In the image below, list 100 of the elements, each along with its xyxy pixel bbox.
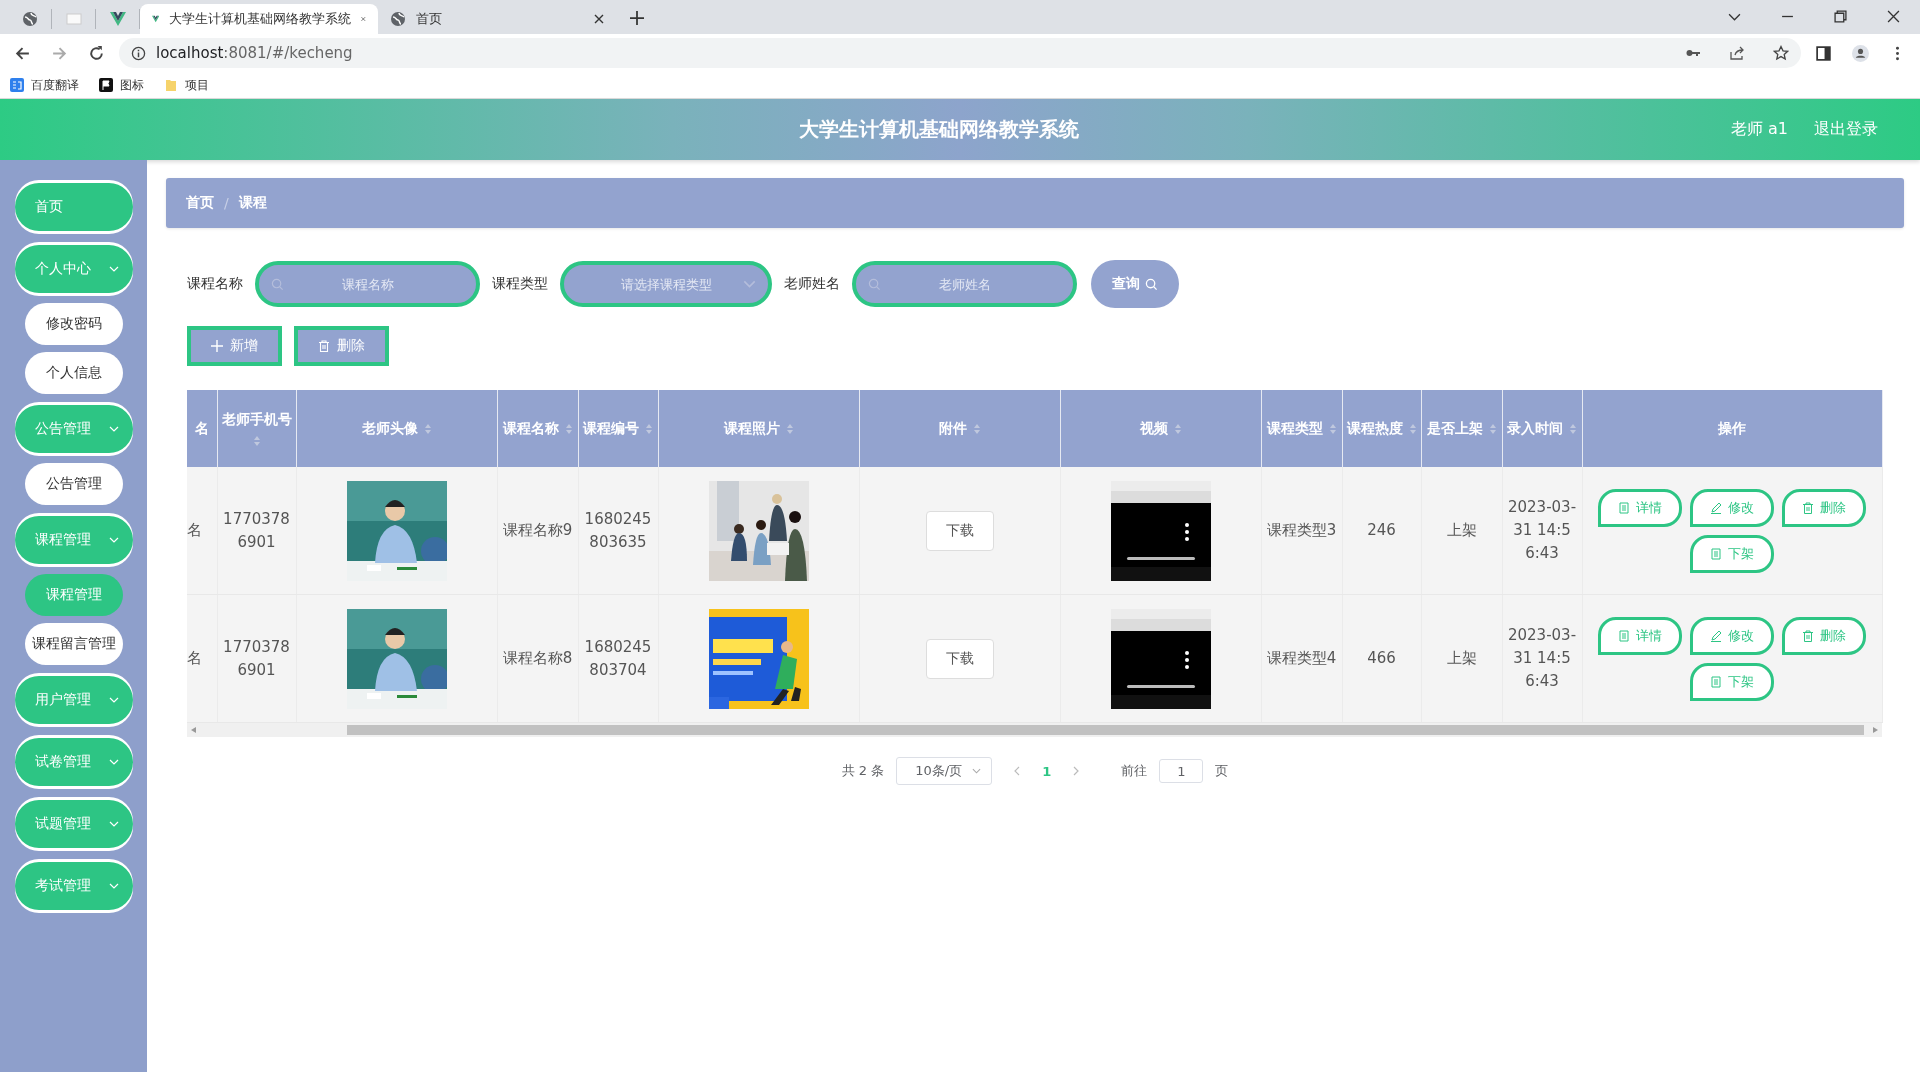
breadcrumb-separator: / [224, 195, 229, 211]
column-header[interactable]: 视频 [1139, 419, 1168, 438]
table-cell: 246 [1367, 521, 1396, 539]
detail-button[interactable]: 详情 [1598, 616, 1682, 655]
scrollbar[interactable] [187, 723, 1882, 737]
column-header[interactable]: 是否上架 [1426, 419, 1483, 438]
menu-item[interactable]: 考试管理 [14, 862, 133, 910]
previous-page-icon[interactable] [1014, 766, 1021, 776]
menu-item[interactable]: 首页 [14, 183, 133, 231]
side-panel-icon[interactable] [1815, 44, 1832, 62]
restore-icon[interactable] [1834, 10, 1847, 23]
download-button[interactable]: 下载 [925, 638, 994, 679]
column-header[interactable]: 课程照片 [723, 419, 780, 438]
menu-item[interactable]: 公告管理 [14, 405, 133, 453]
unlist-button[interactable]: 下架 [1690, 534, 1774, 573]
bookmark[interactable]: 百度翻译 [10, 76, 79, 94]
sort-icon[interactable] [564, 422, 573, 435]
table-cell-text: 课程类型3 [1266, 520, 1337, 541]
address-bar[interactable]: localhost:8081/#/kecheng [119, 38, 1801, 68]
query-button[interactable]: 查询 [1091, 260, 1179, 308]
document-icon [1710, 547, 1722, 560]
column-header[interactable]: 课程类型 [1266, 419, 1323, 438]
edit-button[interactable]: 修改 [1690, 616, 1774, 655]
chevron-icon [108, 821, 119, 827]
delete-button[interactable]: 删除 [294, 326, 389, 366]
browser-tab[interactable]: 首页 [378, 4, 616, 34]
sort-icon[interactable] [1488, 422, 1497, 435]
detail-button[interactable]: 详情 [1598, 488, 1682, 527]
chevron-icon [108, 266, 119, 272]
sort-icon[interactable] [252, 434, 261, 447]
page-number[interactable]: 1 [1042, 763, 1052, 779]
table-cell: 466 [1367, 649, 1396, 667]
submenu-item[interactable]: 课程留言管理 [24, 623, 123, 665]
column-header[interactable]: 课程名称 [502, 419, 559, 438]
sort-icon[interactable] [1328, 422, 1337, 435]
share-icon[interactable] [1729, 45, 1745, 61]
sort-icon[interactable] [423, 422, 432, 435]
column-header[interactable]: 附件 [938, 419, 967, 438]
submenu-item[interactable]: 课程管理 [24, 574, 123, 616]
chevron-icon [108, 697, 119, 703]
bookmark[interactable]: 图标 [99, 76, 144, 94]
edit-button[interactable]: 修改 [1690, 488, 1774, 527]
sort-icon[interactable] [972, 422, 981, 435]
menu-item[interactable]: 个人中心 [14, 245, 133, 293]
submenu-item[interactable]: 公告管理 [24, 463, 123, 505]
globe-icon [390, 11, 406, 27]
browser-tab[interactable]: 大学生计算机基础网络教学系统 [140, 4, 378, 34]
document-icon [1618, 629, 1630, 642]
breadcrumb-link[interactable]: 首页 [186, 194, 214, 212]
sort-icon[interactable] [785, 422, 794, 435]
sort-icon[interactable] [1173, 422, 1182, 435]
column-header[interactable]: 老师头像 [361, 419, 418, 438]
breadcrumb-link[interactable]: 课程 [238, 194, 267, 212]
column-header[interactable]: 课程热度 [1346, 419, 1403, 438]
close-icon[interactable] [594, 14, 604, 24]
submenu-item[interactable]: 修改密码 [24, 303, 123, 345]
submenu-item[interactable]: 个人信息 [24, 352, 123, 394]
unlist-button[interactable]: 下架 [1690, 662, 1774, 701]
logout-link[interactable]: 退出登录 [1814, 119, 1878, 140]
search-field[interactable]: 课程名称 [255, 261, 480, 307]
arrow-right-icon[interactable] [1872, 727, 1878, 733]
page-input[interactable]: 1 [1159, 759, 1204, 783]
new-tab-icon[interactable] [630, 11, 644, 25]
menu-item[interactable]: 试卷管理 [14, 738, 133, 786]
chevron-icon [108, 537, 119, 543]
delete-button[interactable]: 删除 [1782, 488, 1866, 527]
menu-item[interactable]: 试题管理 [14, 800, 133, 848]
next-page-icon[interactable] [1073, 766, 1080, 776]
bookmark[interactable]: 项目 [164, 76, 209, 94]
select-field[interactable]: 请选择课程类型 [560, 261, 772, 307]
search-icon [1145, 277, 1158, 291]
search-field[interactable]: 老师姓名 [852, 261, 1077, 307]
profile-icon[interactable] [1852, 44, 1869, 62]
arrow-left-icon[interactable] [191, 727, 197, 733]
table-cell-text: 1680245803635 [583, 508, 653, 553]
sort-icon[interactable] [1408, 422, 1417, 435]
column-header[interactable]: 录入时间 [1507, 419, 1563, 438]
column-header[interactable]: 课程编号 [583, 419, 639, 438]
menu-item[interactable]: 课程管理 [14, 516, 133, 564]
table-cell: 上架 [1446, 649, 1477, 667]
column-header[interactable]: 操作 [1718, 419, 1746, 438]
table-cell-text: 17703786901 [222, 636, 291, 681]
reload-icon[interactable] [88, 44, 105, 62]
delete-button[interactable]: 删除 [1782, 616, 1866, 655]
add-button[interactable]: 新增 [187, 326, 282, 366]
column-header[interactable]: 名 [194, 419, 209, 438]
star-icon[interactable] [1773, 45, 1789, 61]
menu-item[interactable]: 用户管理 [14, 676, 133, 724]
page-size-select[interactable]: 10条/页 [896, 757, 993, 785]
field-label: 老师姓名 [784, 275, 840, 293]
table-cell-text: 17703786901 [222, 508, 291, 553]
download-button[interactable]: 下载 [925, 510, 994, 551]
sort-icon[interactable] [645, 422, 653, 435]
table-cell: 名 [187, 649, 202, 667]
total-count: 共 2 条 [841, 762, 885, 780]
user-name: 老师 a1 [1730, 119, 1788, 140]
table-cell-text: 2023-03-31 14:56:43 [1506, 497, 1578, 564]
document-icon [1710, 675, 1722, 688]
sort-icon[interactable] [1569, 422, 1577, 435]
close-icon[interactable] [1887, 10, 1900, 23]
